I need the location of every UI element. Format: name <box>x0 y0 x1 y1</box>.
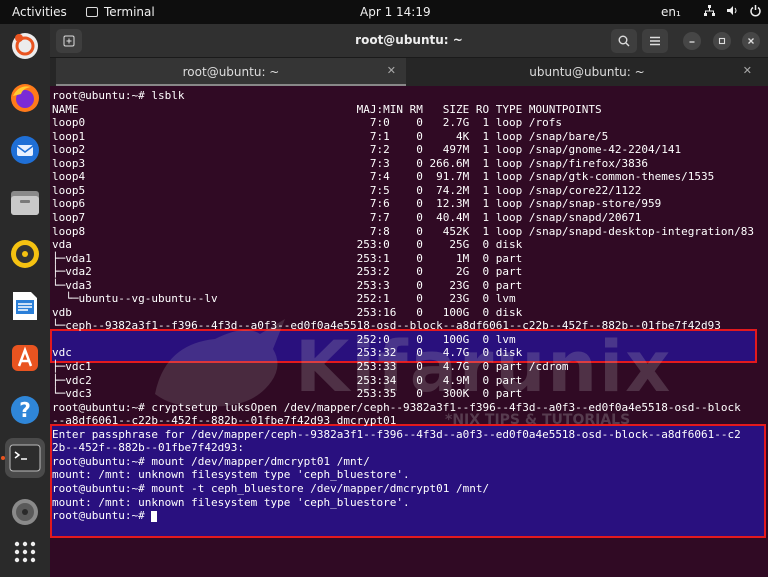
terminal-line: ├─vdc2 253:34 0 4.9M 0 part <box>52 373 523 387</box>
terminal-line: loop4 7:4 0 91.7M 1 loop /snap/gtk-commo… <box>52 170 715 184</box>
terminal-line: loop5 7:5 0 74.2M 1 loop /snap/core22/11… <box>52 183 642 197</box>
help-icon <box>12 33 38 59</box>
dock: ? <box>0 24 50 577</box>
maximize-button[interactable] <box>713 32 731 50</box>
dock-help[interactable]: ? <box>5 390 45 430</box>
terminal-icon <box>9 444 41 472</box>
dock-firefox[interactable] <box>5 78 45 118</box>
network-icon <box>704 5 715 16</box>
tab-root-ubuntu[interactable]: root@ubuntu: ~ ✕ <box>56 58 406 86</box>
terminal-line: root@ubuntu:~# mount -t ceph_bluestore /… <box>52 481 490 495</box>
minimize-button[interactable] <box>683 32 701 50</box>
terminal-line: --a8df6061--c22b--452f--882b--01fbe7f42d… <box>52 414 397 428</box>
help-icon: ? <box>11 396 39 424</box>
terminal-line: ├─vda2 253:2 0 2G 0 part <box>52 265 523 279</box>
tab-label: ubuntu@ubuntu: ~ <box>529 65 645 79</box>
close-icon <box>748 38 754 44</box>
terminal-line: └─vdc3 253:35 0 300K 0 part <box>52 387 523 401</box>
maximize-icon <box>718 37 726 45</box>
minimize-icon <box>689 41 695 43</box>
show-apps-icon <box>14 541 36 563</box>
system-tray[interactable] <box>703 4 762 17</box>
dock-terminal[interactable] <box>5 438 45 478</box>
terminal-line: loop7 7:7 0 40.4M 1 loop /snap/snapd/206… <box>52 210 642 224</box>
search-icon <box>618 35 630 47</box>
terminal-line: mount: /mnt: unknown filesystem type 'ce… <box>52 495 410 509</box>
firefox-icon <box>11 84 39 112</box>
terminal-output[interactable]: Kifarunix *NIX TIPS & TUTORIALS root@ubu… <box>50 86 768 577</box>
terminal-line: ├─vdc1 253:33 0 4.7G 0 part /cdrom <box>52 360 569 373</box>
menu-button[interactable] <box>642 29 668 53</box>
running-indicator <box>1 456 5 460</box>
terminal-line: 2b--452f--882b--01fbe7f42d93: <box>52 441 245 455</box>
terminal-line: loop8 7:8 0 452K 1 loop /snap/snapd-desk… <box>52 224 754 238</box>
tab-ubuntu-ubuntu[interactable]: ubuntu@ubuntu: ~ ✕ <box>412 58 762 86</box>
close-button[interactable] <box>742 32 760 50</box>
app-center-icon <box>12 345 38 371</box>
svg-text:?: ? <box>19 398 31 422</box>
terminal-line: ├─vda1 253:1 0 1M 0 part <box>52 251 523 265</box>
rhythmbox-icon <box>11 240 39 268</box>
terminal-line: root@ubuntu:~# mount /dev/mapper/dmcrypt… <box>52 454 370 468</box>
terminal-app-icon <box>86 7 98 17</box>
dock-files[interactable] <box>5 182 45 222</box>
dock-app-center[interactable] <box>5 338 45 378</box>
terminal-line: loop0 7:0 0 2.7G 1 loop /rofs <box>52 116 562 130</box>
clock[interactable]: Apr 1 14:19 <box>360 5 431 19</box>
terminal-line: └─vda3 253:3 0 23G 0 part <box>52 278 523 292</box>
files-icon <box>11 191 39 215</box>
terminal-line: loop3 7:3 0 266.6M 1 loop /snap/firefox/… <box>52 156 649 170</box>
terminal-line: root@ubuntu:~# cryptsetup luksOpen /dev/… <box>52 400 741 414</box>
search-button[interactable] <box>611 29 637 53</box>
dock-rhythmbox[interactable] <box>5 234 45 274</box>
activities-button[interactable]: Activities <box>12 5 67 19</box>
tab-label: root@ubuntu: ~ <box>182 65 280 79</box>
terminal-line: loop6 7:6 0 12.3M 1 loop /snap/snap-stor… <box>52 197 662 211</box>
terminal-line: root@ubuntu:~# lsblk <box>52 89 185 102</box>
hamburger-menu-icon <box>650 36 660 46</box>
terminal-line: vda 253:0 0 25G 0 disk <box>52 238 523 252</box>
terminal-line: └─ubuntu--vg-ubuntu--lv 252:1 0 23G 0 lv… <box>52 292 516 306</box>
text-cursor <box>151 510 158 522</box>
terminal-line: 252:0 0 100G 0 lvm <box>52 332 516 346</box>
dock-thunderbird[interactable] <box>5 130 45 170</box>
window-header: root@ubuntu: ~ <box>50 24 768 58</box>
thunderbird-icon <box>11 136 39 164</box>
show-apps-button[interactable] <box>5 532 45 572</box>
power-icon <box>750 5 761 17</box>
terminal-line: loop1 7:1 0 4K 1 loop /snap/bare/5 <box>52 129 609 143</box>
dock-disc[interactable] <box>5 492 45 532</box>
terminal-line: root@ubuntu:~# <box>52 509 158 522</box>
terminal-line: NAME MAJ:MIN RM SIZE RO TYPE MOUNTPOINTS <box>52 102 602 116</box>
terminal-window: root@ubuntu: ~ root@ubuntu: ~ ✕ ubuntu@u… <box>50 24 768 577</box>
input-language-indicator[interactable]: en₁ <box>661 5 681 19</box>
terminal-line: Enter passphrase for /dev/mapper/ceph--9… <box>52 427 741 441</box>
volume-icon <box>727 6 737 15</box>
tab-close-icon[interactable]: ✕ <box>743 64 752 77</box>
dock-writer[interactable] <box>5 286 45 326</box>
tab-bar: root@ubuntu: ~ ✕ ubuntu@ubuntu: ~ ✕ <box>50 58 768 86</box>
terminal-line: vdb 253:16 0 100G 0 disk <box>52 305 523 319</box>
terminal-line: vdc 253:32 0 4.7G 0 disk <box>52 346 523 360</box>
app-menu[interactable]: Terminal <box>86 5 155 19</box>
writer-icon <box>13 292 37 320</box>
terminal-line: loop2 7:2 0 497M 1 loop /snap/gnome-42-2… <box>52 143 682 157</box>
terminal-line: mount: /mnt: unknown filesystem type 'ce… <box>52 468 410 482</box>
terminal-line: └─ceph--9382a3f1--f396--4f3d--a0f3--ed0f… <box>52 319 721 333</box>
top-bar: Activities Terminal Apr 1 14:19 en₁ <box>0 0 768 24</box>
dock-help-app[interactable] <box>5 26 45 66</box>
app-menu-label: Terminal <box>104 5 155 19</box>
disc-icon <box>12 499 38 525</box>
tab-close-icon[interactable]: ✕ <box>387 64 396 77</box>
